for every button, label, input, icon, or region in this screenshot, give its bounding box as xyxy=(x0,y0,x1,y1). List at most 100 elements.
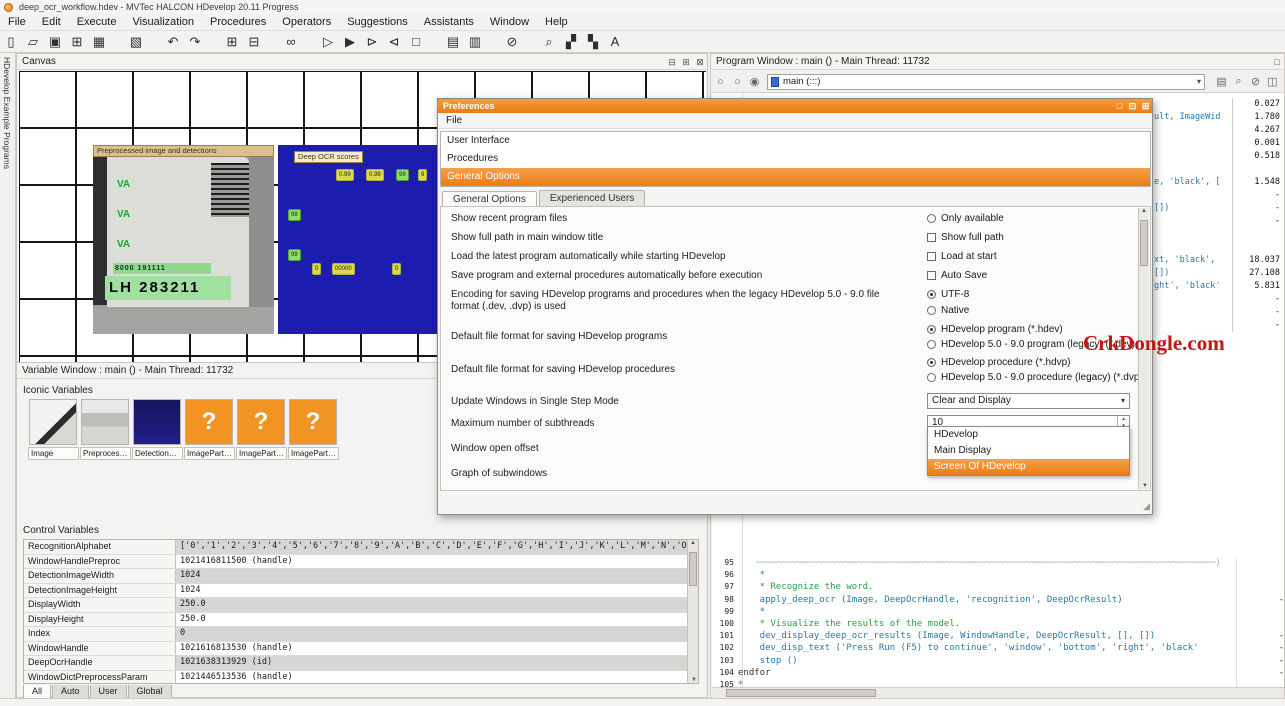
code-line[interactable]: 104 endfor - xyxy=(712,666,1284,679)
hdev-format-radio[interactable]: HDevelop program (*.hdev) xyxy=(927,323,1063,336)
preferences-menu-file[interactable]: File xyxy=(446,115,462,126)
preferences-section[interactable]: User Interface xyxy=(441,132,1150,150)
save-all-icon[interactable]: ⊞ xyxy=(67,32,87,51)
redo-icon[interactable]: ↷ xyxy=(185,32,205,51)
show-full-path-checkbox[interactable]: Show full path xyxy=(927,231,1004,244)
prefs-dock-icon[interactable]: ⊡ xyxy=(1126,99,1139,113)
load-at-start-checkbox[interactable]: Load at start xyxy=(927,250,997,263)
menu-item[interactable]: Operators xyxy=(274,14,339,31)
examples-dock-tab[interactable]: HDevelop Example Programs xyxy=(2,57,12,169)
search-icon[interactable]: ⌕ xyxy=(1230,75,1247,88)
menu-item[interactable]: Edit xyxy=(34,14,69,31)
find-icon[interactable]: ∞ xyxy=(281,32,301,51)
iconic-variable-name[interactable]: Image xyxy=(28,447,79,460)
dropdown-option[interactable]: Main Display xyxy=(928,443,1129,459)
preprocessed-image[interactable]: VA VA VA 8000 191111 LH 283211 Preproces… xyxy=(93,145,274,334)
iconic-variable-name[interactable]: ImagePart… xyxy=(288,447,339,460)
DisplayHeight[interactable]: DisplayHeight 250.0 xyxy=(24,612,698,627)
reset-program-icon[interactable]: ▤ xyxy=(443,32,463,51)
utf8-radio[interactable]: UTF-8 xyxy=(927,288,969,301)
iconic-variable-name[interactable]: Preproces… xyxy=(80,447,131,460)
RecognitionAlphabet[interactable]: RecognitionAlphabet ['0','1','2','3','4'… xyxy=(24,540,698,555)
code-hscrollbar[interactable] xyxy=(712,687,1284,698)
deep-ocr-scores-image[interactable]: Deep OCR scores 0.99 0.98 99 9 98 99 0 00000 0 xyxy=(278,145,444,334)
legacy-procedure-radio[interactable]: HDevelop 5.0 - 9.0 procedure (legacy) (*… xyxy=(927,371,1143,384)
step-into-icon[interactable]: ⊲ xyxy=(384,32,404,51)
native-radio[interactable]: Native xyxy=(927,304,969,317)
undo-icon[interactable]: ↶ xyxy=(163,32,183,51)
menu-item[interactable]: File xyxy=(0,14,34,31)
iconic-variable-name[interactable]: Detection… xyxy=(132,447,183,460)
code-line[interactable]: 95 ~~~~~~~~~~~~~~~~~~~~~~~~~~~~~~~~~~~~~… xyxy=(712,557,1284,570)
code-line[interactable]: 103 stop () - xyxy=(712,654,1284,667)
menu-item[interactable]: Execute xyxy=(69,14,125,31)
procedure-combo[interactable]: main (:::) ▾ xyxy=(767,73,1205,90)
variable-tab[interactable]: User xyxy=(89,685,127,699)
update-windows-combo[interactable]: Clear and Display ▾ xyxy=(927,393,1130,409)
resize-grip-icon[interactable]: ◢ xyxy=(1143,501,1150,512)
stop-icon[interactable]: □ xyxy=(406,32,426,51)
export-icon[interactable]: ▦ xyxy=(89,32,109,51)
split-view-icon[interactable]: ◫ xyxy=(1264,75,1281,88)
zoom-icon[interactable]: ⌕ xyxy=(539,32,559,51)
code-line[interactable]: 98 apply_deep_ocr (Image, DeepOcrHandle,… xyxy=(712,593,1284,606)
procedure-home-icon[interactable]: ◉ xyxy=(746,75,763,88)
prefs-help-icon[interactable]: ⊞ xyxy=(1139,99,1152,113)
run-icon[interactable]: ▷ xyxy=(318,32,338,51)
step-over-icon[interactable]: ⊳ xyxy=(362,32,382,51)
DetectionImageHeight[interactable]: DetectionImageHeight 1024 xyxy=(24,583,698,598)
gray-histogram-icon[interactable]: ▞ xyxy=(561,32,581,51)
iconic-variable-thumbnail[interactable]: ? xyxy=(185,399,233,445)
dropdown-option[interactable]: Screen Of HDevelop xyxy=(928,459,1129,475)
variable-tab[interactable]: All xyxy=(23,685,52,699)
program-settings-icon[interactable]: ▥ xyxy=(465,32,485,51)
profiler-toggle-icon[interactable]: ⊘ xyxy=(1247,75,1264,88)
font-icon[interactable]: A xyxy=(605,32,625,51)
variable-tab[interactable]: Auto xyxy=(52,685,89,699)
code-line[interactable]: 105 * xyxy=(712,678,1284,687)
nav-back-icon[interactable]: ○ xyxy=(712,76,729,88)
code-line[interactable]: 101 dev_display_deep_ocr_results (Image,… xyxy=(712,630,1284,643)
menu-item[interactable]: Help xyxy=(537,14,576,31)
hdvp-format-radio[interactable]: HDevelop procedure (*.hdvp) xyxy=(927,356,1071,369)
WindowHandlePreproc[interactable]: WindowHandlePreproc 1021416811500 (handl… xyxy=(24,554,698,569)
open-file-icon[interactable]: ▱ xyxy=(23,32,43,51)
save-icon[interactable]: ▣ xyxy=(45,32,65,51)
menu-item[interactable]: Visualization xyxy=(124,14,202,31)
dropdown-option[interactable]: HDevelop xyxy=(928,427,1129,443)
iconic-variable-thumbnail[interactable] xyxy=(81,399,129,445)
camera-icon[interactable]: ▧ xyxy=(126,32,146,51)
tile-windows-icon[interactable]: ⊞ xyxy=(222,32,242,51)
DeepOcrHandle[interactable]: DeepOcrHandle 1021638313929 (id) xyxy=(24,656,698,671)
code-line[interactable]: 99 * xyxy=(712,605,1284,618)
cascade-windows-icon[interactable]: ⊟ xyxy=(244,32,264,51)
preferences-tab[interactable]: Experienced Users xyxy=(538,190,646,207)
preferences-title-bar[interactable]: Preferences ⊞ ⊡ □ xyxy=(438,99,1152,113)
code-line[interactable]: 100 * Visualize the results of the model… xyxy=(712,617,1284,631)
code-line[interactable]: 97 * Recognize the word. xyxy=(712,581,1284,594)
report-icon[interactable]: ▤ xyxy=(1213,75,1230,88)
code-line[interactable]: 102 dev_disp_text ('Press Run (F5) to co… xyxy=(712,642,1284,655)
iconic-variable-thumbnail[interactable] xyxy=(29,399,77,445)
new-file-icon[interactable]: ▯ xyxy=(1,32,21,51)
menu-item[interactable]: Assistants xyxy=(416,14,482,31)
control-variables-scrollbar[interactable]: ▲ ▼ xyxy=(687,540,698,683)
iconic-variable-thumbnail[interactable] xyxy=(133,399,181,445)
iconic-variable-name[interactable]: ImagePart… xyxy=(184,447,235,460)
variable-tab[interactable]: Global xyxy=(127,685,172,699)
preferences-section[interactable]: Procedures xyxy=(441,150,1150,168)
canvas-close-icon[interactable]: ⊠ xyxy=(693,54,707,70)
run-to-cursor-icon[interactable]: ▶ xyxy=(340,32,360,51)
profiler-icon[interactable]: ⊘ xyxy=(502,32,522,51)
Index[interactable]: Index 0 xyxy=(24,627,698,642)
menu-item[interactable]: Window xyxy=(482,14,537,31)
menu-item[interactable]: Procedures xyxy=(202,14,274,31)
canvas-maximize-icon[interactable]: ⊞ xyxy=(679,54,693,70)
DisplayWidth[interactable]: DisplayWidth 250.0 xyxy=(24,598,698,613)
iconic-variable-thumbnail[interactable]: ? xyxy=(289,399,337,445)
WindowHandle[interactable]: WindowHandle 1021616813530 (handle) xyxy=(24,641,698,656)
WindowDictPreprocessParam[interactable]: WindowDictPreprocessParam 1021446513536 … xyxy=(24,670,698,683)
program-float-icon[interactable]: □ xyxy=(1270,54,1284,70)
scrollbar-thumb[interactable] xyxy=(726,689,876,697)
iconic-variable-name[interactable]: ImagePart… xyxy=(236,447,287,460)
